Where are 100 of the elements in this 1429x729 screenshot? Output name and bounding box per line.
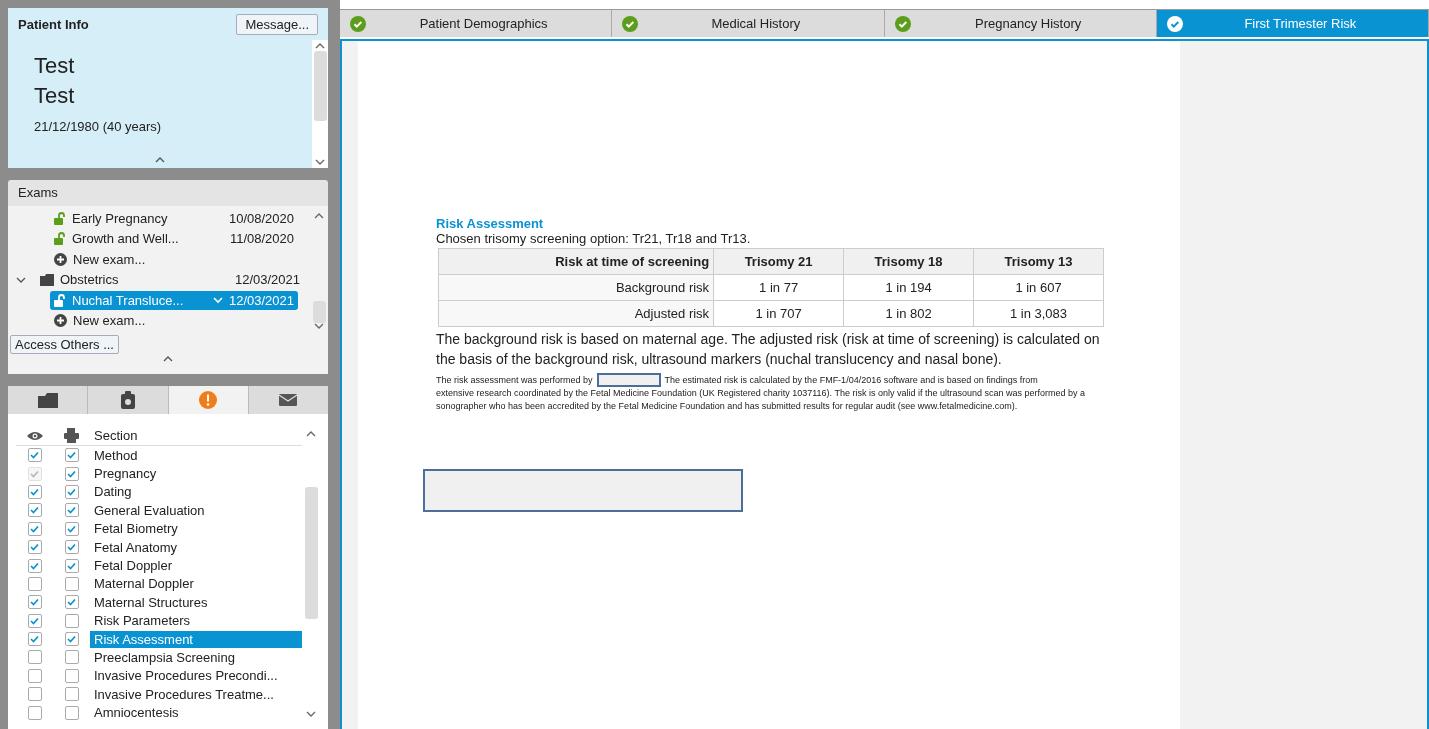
checkbox[interactable] xyxy=(64,668,79,683)
scrollbar-thumb[interactable] xyxy=(304,487,318,619)
birth-date: 21/12/1980 (40 years) xyxy=(34,119,163,134)
table-cell: 1 in 3,083 xyxy=(973,300,1104,327)
scrollbar-thumb[interactable] xyxy=(313,51,327,121)
checkbox[interactable] xyxy=(27,705,42,720)
table-cell: Background risk xyxy=(438,274,714,301)
checkbox[interactable] xyxy=(27,558,42,573)
column-header: Section xyxy=(93,427,139,444)
check-circle-icon xyxy=(350,15,366,32)
checkbox[interactable] xyxy=(64,521,79,536)
checkbox[interactable] xyxy=(64,705,79,720)
section-item[interactable]: Invasive Procedures Precondi... xyxy=(90,667,302,685)
section-item[interactable]: General Evaluation xyxy=(90,501,302,519)
new-exam-link[interactable]: New exam... xyxy=(50,311,298,331)
scroll-down-icon[interactable] xyxy=(315,159,325,166)
checkbox[interactable] xyxy=(27,668,42,683)
checkbox[interactable] xyxy=(64,650,79,665)
scroll-down-icon[interactable] xyxy=(314,323,324,330)
checkbox[interactable] xyxy=(27,595,42,610)
patient-last-name: Test xyxy=(34,82,76,110)
tree-item[interactable]: Obstetrics 12/03/2021 xyxy=(36,270,304,290)
scroll-up-icon[interactable] xyxy=(306,430,316,437)
padlock-icon xyxy=(54,293,66,307)
check-circle-icon xyxy=(1166,15,1183,32)
folder-icon xyxy=(37,392,58,408)
section-item[interactable]: Fetal Doppler xyxy=(90,557,302,575)
exam-item[interactable]: Growth and Well... 11/08/2020 xyxy=(50,229,298,249)
checkbox[interactable] xyxy=(27,503,42,518)
warning-icon xyxy=(199,391,218,409)
checkbox[interactable] xyxy=(64,576,79,591)
checkbox[interactable] xyxy=(27,613,42,628)
checkbox[interactable] xyxy=(64,558,79,573)
tab[interactable]: Patient Demographics xyxy=(340,10,613,37)
section-item[interactable]: Preeclampsia Screening xyxy=(90,649,302,666)
checkbox[interactable] xyxy=(27,448,42,463)
check-circle-icon xyxy=(894,15,911,32)
tab[interactable]: Pregnancy History xyxy=(884,10,1157,37)
table-cell: 1 in 802 xyxy=(843,300,974,327)
message-button[interactable]: Message... xyxy=(236,14,318,35)
exam-item[interactable]: Early Pregnancy 10/08/2020 xyxy=(50,208,298,228)
add-icon xyxy=(54,252,67,266)
section-item[interactable]: Maternal Doppler xyxy=(90,575,302,593)
checkbox[interactable] xyxy=(64,687,79,702)
checkbox[interactable] xyxy=(64,632,79,647)
checkbox[interactable] xyxy=(27,632,42,647)
section-item[interactable]: Invasive Procedures Treatme... xyxy=(90,685,302,703)
tab[interactable]: Medical History xyxy=(612,10,885,37)
checkbox[interactable] xyxy=(64,613,79,628)
section-item[interactable]: Amniocentesis xyxy=(90,704,302,722)
scroll-up-icon[interactable] xyxy=(314,212,324,219)
checkbox[interactable] xyxy=(64,448,79,463)
footnote-text: The estimated risk is calculated by the FMF-1/04/2016 software and is based on findings from xyxy=(664,373,1038,387)
tool-tab[interactable] xyxy=(8,386,89,414)
checkbox[interactable] xyxy=(27,521,42,536)
padlock-icon xyxy=(54,211,66,225)
dropdown-caret-icon[interactable] xyxy=(212,296,223,304)
checkbox[interactable] xyxy=(27,650,42,665)
checkbox[interactable] xyxy=(27,484,42,499)
panel-title: Patient Info xyxy=(18,17,89,32)
section-item[interactable]: Risk Parameters xyxy=(90,612,302,630)
scroll-down-icon[interactable] xyxy=(306,711,316,718)
input-field[interactable] xyxy=(596,373,661,387)
scroll-up-icon[interactable] xyxy=(315,42,325,49)
expand-caret-icon[interactable] xyxy=(16,275,26,284)
input-field[interactable] xyxy=(423,469,743,512)
padlock-icon xyxy=(54,232,66,246)
collapse-icon[interactable] xyxy=(155,156,165,163)
explanation-text: The background risk is based on maternal age. The adjusted risk (risk at time of screening) is calculated on the basis of the background risk, ultrasound markers (nuchal translucency and nasal bone). xyxy=(436,330,1101,369)
section-heading: Risk Assessment xyxy=(436,216,545,231)
section-item[interactable]: Maternal Structures xyxy=(90,593,302,611)
check-circle-icon xyxy=(622,15,639,32)
checkbox[interactable] xyxy=(64,595,79,610)
checkbox[interactable] xyxy=(27,576,42,591)
section-item[interactable]: Pregnancy xyxy=(90,465,302,483)
new-exam-link[interactable]: New exam... xyxy=(50,249,298,269)
scrollbar-thumb[interactable] xyxy=(312,301,326,323)
section-item[interactable]: Dating xyxy=(90,483,302,501)
access-others-button[interactable]: Access Others ... xyxy=(10,335,119,354)
table-header: Risk at time of screening xyxy=(438,248,714,275)
exams-header: Exams xyxy=(8,180,328,206)
checkbox[interactable] xyxy=(64,466,79,481)
checkbox[interactable] xyxy=(64,540,79,555)
checkbox[interactable] xyxy=(27,540,42,555)
folder-icon xyxy=(40,273,54,287)
footnote-text: The risk assessment was performed by xyxy=(436,373,593,387)
checkbox[interactable] xyxy=(27,687,42,702)
table-cell: Adjusted risk xyxy=(438,300,714,327)
section-item[interactable]: Fetal Biometry xyxy=(90,520,302,538)
table-cell: 1 in 607 xyxy=(973,274,1104,301)
table-header: Trisomy 21 xyxy=(713,248,844,275)
table-header: Trisomy 13 xyxy=(973,248,1104,275)
checkbox[interactable] xyxy=(64,484,79,499)
add-icon xyxy=(54,314,67,328)
table-cell: 1 in 707 xyxy=(713,300,844,327)
table-header: Trisomy 18 xyxy=(843,248,974,275)
section-item[interactable]: Method xyxy=(90,446,302,464)
section-item[interactable]: Fetal Anatomy xyxy=(90,538,302,556)
collapse-icon[interactable] xyxy=(163,355,173,362)
checkbox[interactable] xyxy=(64,503,79,518)
